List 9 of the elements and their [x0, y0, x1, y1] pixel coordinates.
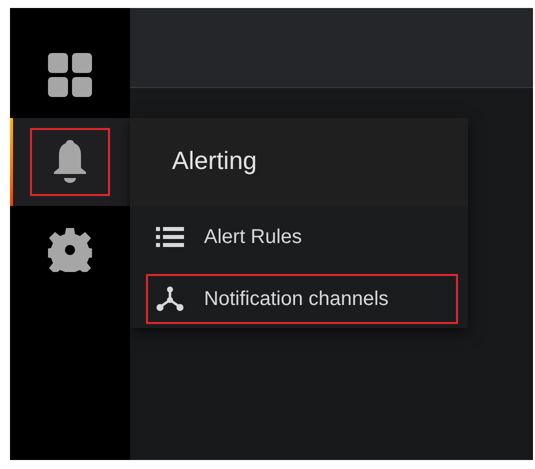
menu-item[interactable]: Alert Rules [146, 212, 458, 262]
bell-icon [51, 140, 89, 184]
menu-title: Alerting [172, 146, 257, 178]
grid-icon [48, 53, 92, 97]
list-icon [156, 226, 184, 248]
menu-item[interactable]: Notification channels [146, 274, 458, 324]
gear-icon [48, 228, 92, 272]
nodes-icon [156, 286, 184, 312]
nav-button[interactable] [30, 128, 110, 196]
